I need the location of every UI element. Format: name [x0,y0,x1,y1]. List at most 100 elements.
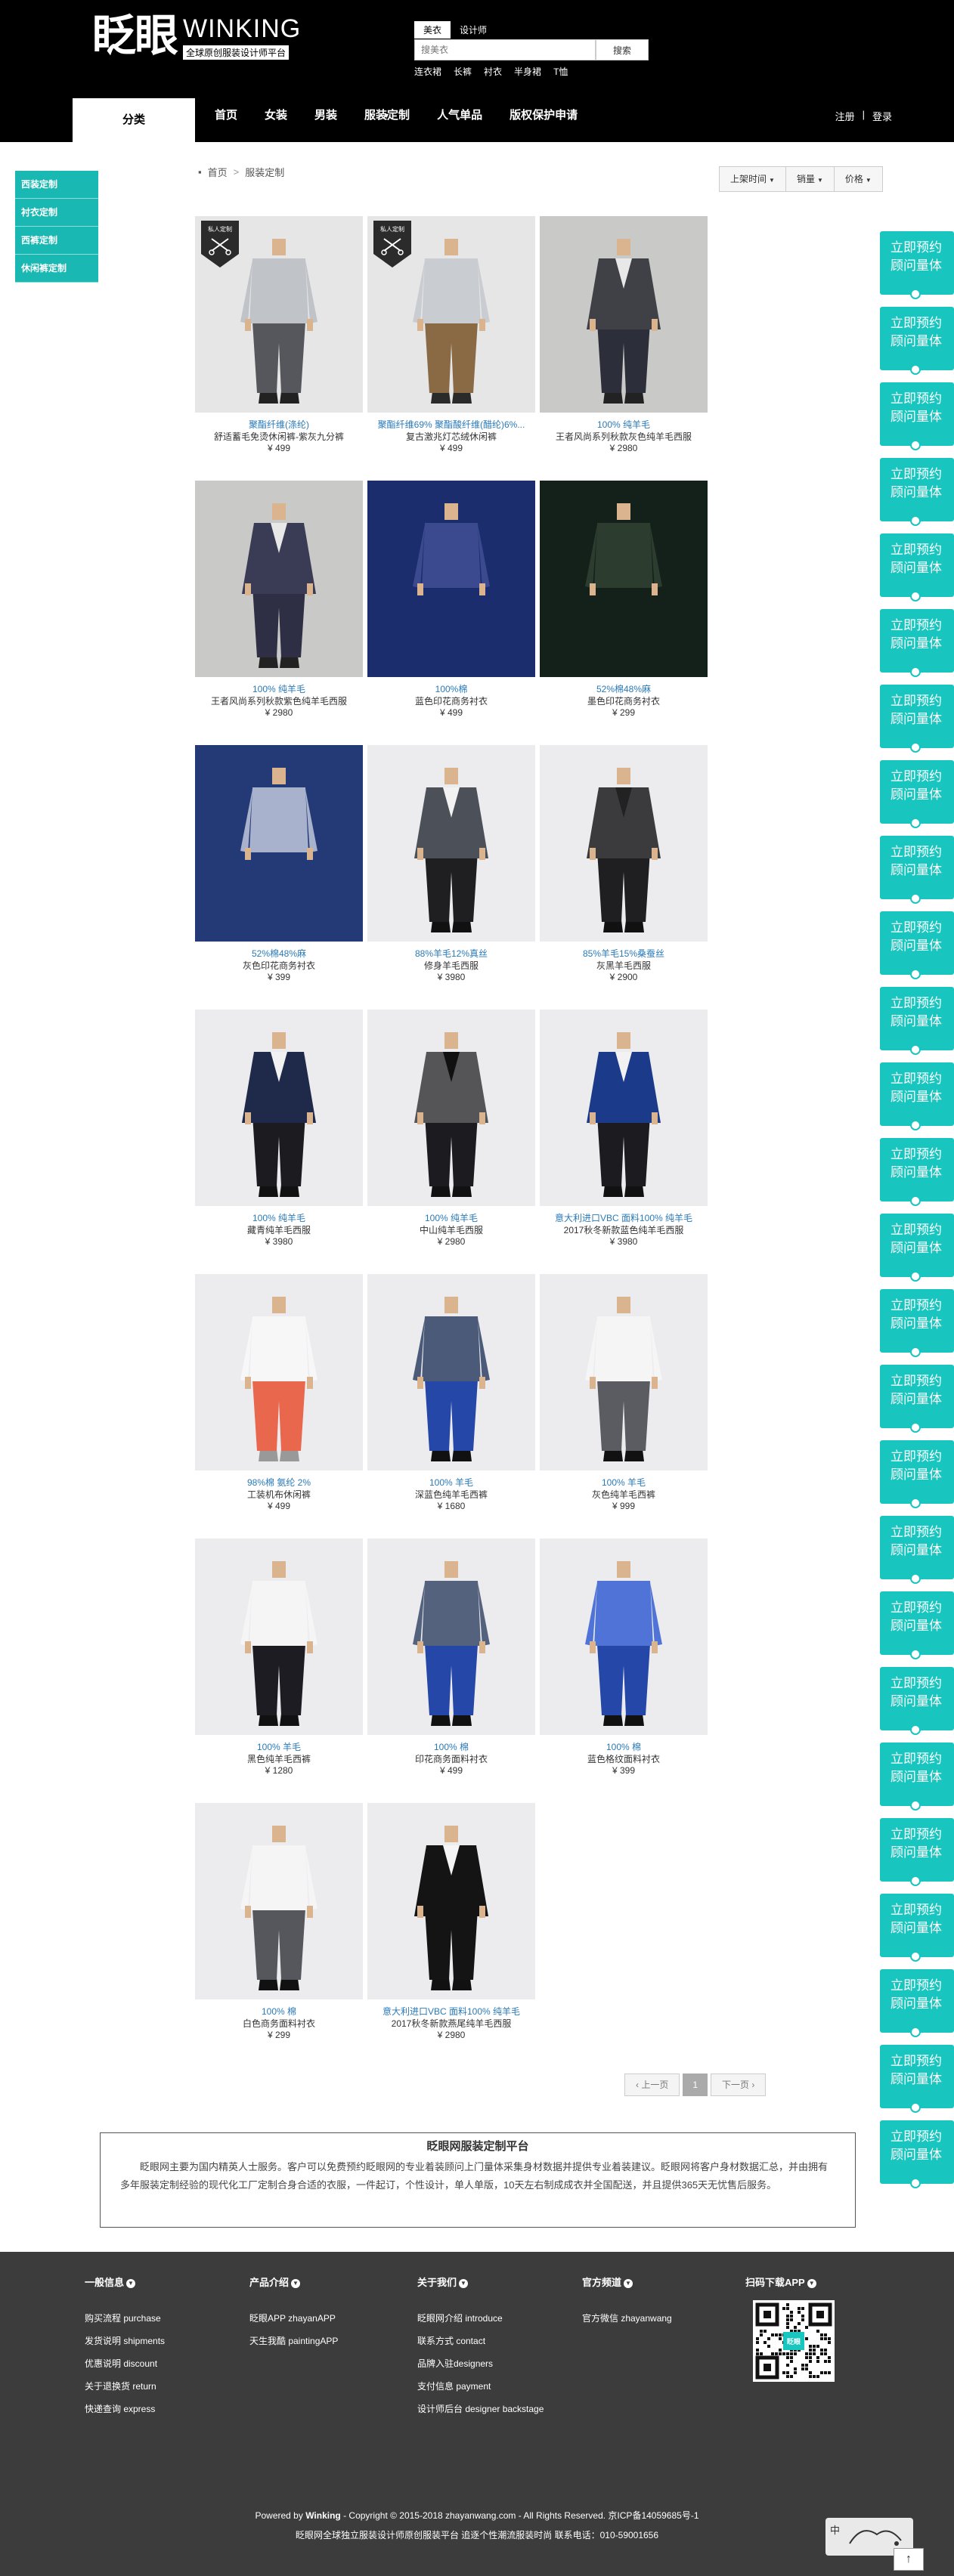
product-material[interactable]: 100% 羊毛 [195,1740,363,1753]
product-image[interactable] [367,1803,535,1999]
product-image[interactable] [367,1274,535,1470]
product-card[interactable]: 私人定制 聚酯纤维(涤纶) 舒适蓄毛免烫休闲裤-紫灰九分裤 ¥ 499 [195,216,363,481]
product-name[interactable]: 深蓝色纯羊毛西裤 [367,1488,535,1501]
product-card[interactable]: 意大利进口VBC 面料100% 纯羊毛 2017秋冬新款燕尾纯羊毛西服 ¥ 29… [367,1803,535,2067]
product-image-wrap[interactable] [195,1538,363,1735]
product-image-wrap[interactable] [540,481,708,677]
appointment-button[interactable]: 立即预约顾问量体 [880,1214,954,1282]
product-card[interactable]: 100% 羊毛 灰色纯羊毛西裤 ¥ 999 [540,1274,708,1538]
footer-link[interactable]: 眨眼网介绍 introduce [417,2307,544,2330]
product-material[interactable]: 100% 羊毛 [367,1476,535,1489]
footer-link[interactable]: 购买流程 purchase [85,2307,165,2330]
hot-word-link[interactable]: 连衣裙 [414,65,441,78]
appointment-button[interactable]: 立即预约顾问量体 [880,458,954,526]
product-image[interactable] [367,481,535,677]
product-image[interactable] [540,1274,708,1470]
product-card[interactable]: 85%羊毛15%桑蚕丝 灰黑羊毛西服 ¥ 2900 [540,745,708,1010]
product-image-wrap[interactable]: 私人定制 [367,216,535,413]
product-material[interactable]: 52%棉48%麻 [195,947,363,960]
footer-link[interactable]: 支付信息 payment [417,2375,544,2398]
appointment-button[interactable]: 立即预约顾问量体 [880,1516,954,1584]
appointment-button[interactable]: 立即预约顾问量体 [880,836,954,904]
login-link[interactable]: 登录 [872,109,892,123]
product-image[interactable] [195,1803,363,1999]
product-name[interactable]: 灰色印花商务衬衣 [195,959,363,972]
search-tab-clothing[interactable]: 美衣 [414,21,451,39]
product-material[interactable]: 88%羊毛12%真丝 [367,947,535,960]
product-card[interactable]: 100% 纯羊毛 王者风尚系列秋款紫色纯羊毛西服 ¥ 2980 [195,481,363,745]
sidebar-item-casual-pants[interactable]: 休闲裤定制 [15,255,98,283]
appointment-button[interactable]: 立即预约顾问量体 [880,1138,954,1206]
product-image-wrap[interactable] [540,1274,708,1470]
product-name[interactable]: 2017秋冬新款蓝色纯羊毛西服 [540,1223,708,1236]
product-name[interactable]: 蓝色印花商务衬衣 [367,694,535,707]
product-name[interactable]: 白色商务面料衬衣 [195,2017,363,2030]
appointment-button[interactable]: 立即预约顾问量体 [880,911,954,979]
page-number-current[interactable]: 1 [683,2073,708,2096]
product-image[interactable] [540,216,708,413]
search-button[interactable]: 搜索 [596,39,649,60]
product-image[interactable] [195,1274,363,1470]
product-material[interactable]: 100% 纯羊毛 [195,1211,363,1224]
product-material[interactable]: 85%羊毛15%桑蚕丝 [540,947,708,960]
appointment-button[interactable]: 立即预约顾问量体 [880,2120,954,2188]
footer-link[interactable]: 联系方式 contact [417,2330,544,2352]
product-name[interactable]: 印花商务面料衬衣 [367,1752,535,1765]
product-card[interactable]: 100% 棉 蓝色格纹面料衬衣 ¥ 399 [540,1538,708,1803]
back-to-top-button[interactable]: ↑ [894,2548,924,2571]
hot-word-link[interactable]: 半身裙 [514,65,541,78]
sort-by-sales-button[interactable]: 销量 ▼ [785,166,835,192]
footer-link[interactable]: 发货说明 shipments [85,2330,165,2352]
product-name[interactable]: 修身羊毛西服 [367,959,535,972]
product-name[interactable]: 舒适蓄毛免烫休闲裤-紫灰九分裤 [195,430,363,443]
product-name[interactable]: 王者风尚系列秋款紫色纯羊毛西服 [195,694,363,707]
product-image-wrap[interactable] [540,216,708,413]
nav-item-home[interactable]: 首页 [201,95,251,142]
product-material[interactable]: 52%棉48%麻 [540,682,708,695]
footer-link[interactable]: 设计师后台 designer backstage [417,2398,544,2420]
product-image[interactable] [195,745,363,942]
footer-link[interactable]: 天生我酷 paintingAPP [249,2330,338,2352]
product-image[interactable] [195,1010,363,1206]
product-image[interactable] [367,1010,535,1206]
product-name[interactable]: 蓝色格纹面料衬衣 [540,1752,708,1765]
product-card[interactable]: 52%棉48%麻 灰色印花商务衬衣 ¥ 399 [195,745,363,1010]
product-image[interactable] [540,1010,708,1206]
product-image-wrap[interactable] [195,1274,363,1470]
product-name[interactable]: 2017秋冬新款燕尾纯羊毛西服 [367,2017,535,2030]
product-name[interactable]: 复古激兆灯芯绒休闲裤 [367,430,535,443]
next-page-button[interactable]: 下一页 › [711,2073,767,2096]
product-name[interactable]: 灰黑羊毛西服 [540,959,708,972]
nav-item-men[interactable]: 男装 [301,95,351,142]
product-card[interactable]: 88%羊毛12%真丝 修身羊毛西服 ¥ 3980 [367,745,535,1010]
appointment-button[interactable]: 立即预约顾问量体 [880,685,954,753]
product-image[interactable] [540,1538,708,1735]
product-material[interactable]: 100% 纯羊毛 [540,418,708,431]
appointment-button[interactable]: 立即预约顾问量体 [880,1743,954,1811]
product-name[interactable]: 工装机布休闲裤 [195,1488,363,1501]
nav-item-copyright[interactable]: 版权保护申请 [496,95,591,142]
product-material[interactable]: 100% 羊毛 [540,1476,708,1489]
appointment-button[interactable]: 立即预约顾问量体 [880,1062,954,1130]
product-material[interactable]: 100% 棉 [367,1740,535,1753]
product-card[interactable]: 意大利进口VBC 面料100% 纯羊毛 2017秋冬新款蓝色纯羊毛西服 ¥ 39… [540,1010,708,1274]
appointment-button[interactable]: 立即预约顾问量体 [880,987,954,1055]
breadcrumb-home[interactable]: 首页 [208,165,228,179]
product-card[interactable]: 100% 羊毛 深蓝色纯羊毛西裤 ¥ 1680 [367,1274,535,1538]
product-card[interactable]: 100% 羊毛 黑色纯羊毛西裤 ¥ 1280 [195,1538,363,1803]
appointment-button[interactable]: 立即预约顾问量体 [880,1667,954,1735]
product-image[interactable] [367,1538,535,1735]
product-card[interactable]: 52%棉48%麻 墨色印花商务衬衣 ¥ 299 [540,481,708,745]
product-name[interactable]: 王者风尚系列秋款灰色纯羊毛西服 [540,430,708,443]
appointment-button[interactable]: 立即预约顾问量体 [880,382,954,450]
site-logo[interactable]: 眨眼 WINKING 全球原创服装设计师平台 [92,14,301,60]
appointment-button[interactable]: 立即预约顾问量体 [880,307,954,375]
appointment-button[interactable]: 立即预约顾问量体 [880,1894,954,1962]
hot-word-link[interactable]: 长裤 [454,65,472,78]
appointment-button[interactable]: 立即预约顾问量体 [880,1440,954,1508]
product-image-wrap[interactable] [195,1803,363,1999]
product-name[interactable]: 藏青纯羊毛西服 [195,1223,363,1236]
product-name[interactable]: 灰色纯羊毛西裤 [540,1488,708,1501]
product-image-wrap[interactable] [367,1010,535,1206]
sidebar-item-shirt[interactable]: 衬衣定制 [15,199,98,227]
